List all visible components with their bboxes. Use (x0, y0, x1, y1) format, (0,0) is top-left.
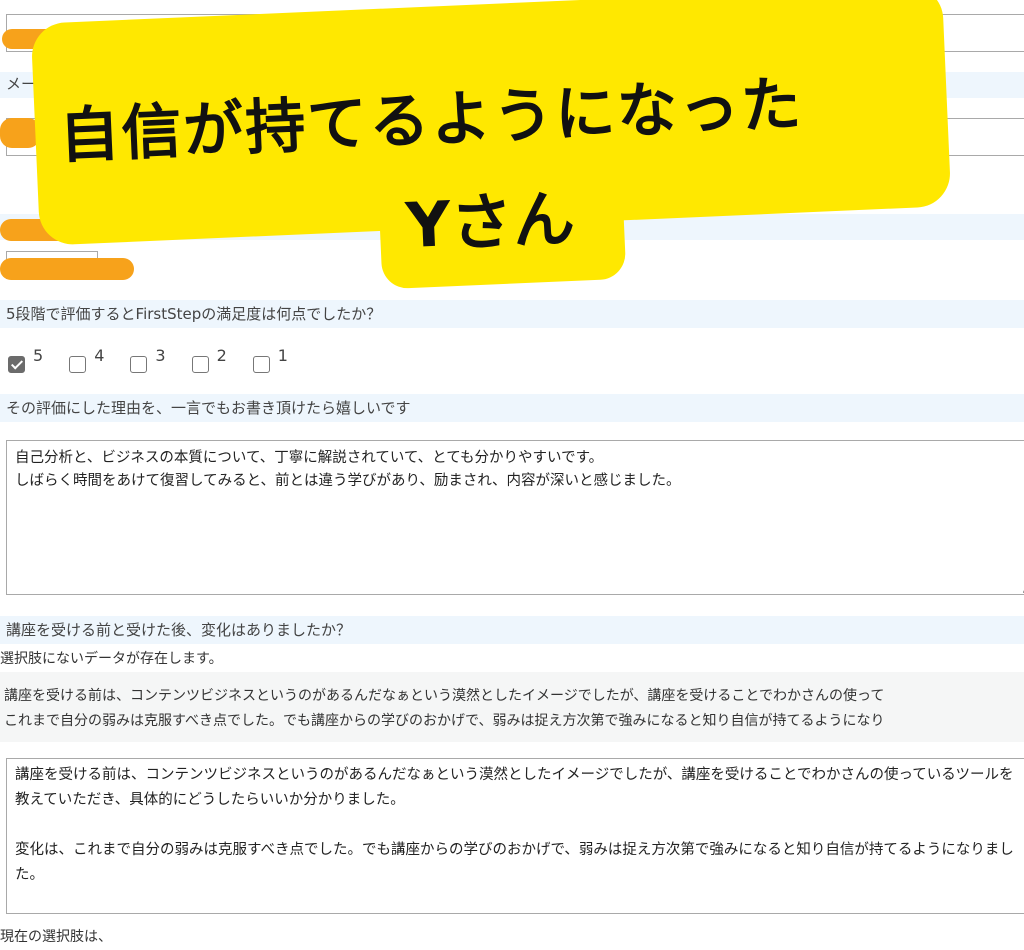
reason-textarea[interactable]: 自己分析と、ビジネスの本質について、丁寧に解説されていて、とても分かりやすいです… (6, 440, 1024, 595)
rating-checkbox-group: 5 4 3 2 1 (8, 346, 314, 376)
checkbox[interactable] (130, 355, 148, 373)
change-text: 講座を受ける前は、コンテンツビジネスというのがあるんだなぁという漠然としたイメー… (15, 767, 1014, 883)
overlay-line1: 自信が持てるようになった (58, 69, 805, 172)
rating-option-3[interactable]: 3 (130, 346, 166, 373)
rating-option-4[interactable]: 4 (69, 346, 104, 373)
rating-question: 5段階で評価するとFirstStepの満足度は何点でしたか？ (6, 305, 382, 323)
reason-text: 自己分析と、ビジネスの本質について、丁寧に解説されていて、とても分かりやすいです… (15, 450, 681, 489)
existing-data-line: 講座を受ける前は、コンテンツビジネスというのがあるんだなぁという漠然としたイメー… (4, 688, 885, 704)
change-textarea[interactable]: 講座を受ける前は、コンテンツビジネスというのがあるんだなぁという漠然としたイメー… (6, 758, 1024, 914)
rating-option-2[interactable]: 2 (191, 346, 227, 373)
existing-data-line: これまで自分の弱みは克服すべき点でした。でも講座からの学びのおかげで、弱みは捉え… (4, 713, 885, 729)
rating-option-1[interactable]: 1 (252, 346, 288, 373)
redaction-mark (0, 258, 134, 280)
reason-label-bar: その評価にした理由を、一言でもお書き頂けたら嬉しいです (0, 394, 1024, 422)
checkbox[interactable] (69, 355, 87, 373)
overlay-badge-sub: Yさん (377, 164, 627, 290)
reason-label: その評価にした理由を、一言でもお書き頂けたら嬉しいです (6, 399, 411, 417)
current-choice-label: 現在の選択肢は、 (0, 929, 112, 945)
change-label: 講座を受ける前と受けた後、変化はありましたか？ (6, 621, 352, 639)
checkbox[interactable] (191, 355, 209, 373)
change-label-bar: 講座を受ける前と受けた後、変化はありましたか？ (0, 616, 1024, 644)
checkbox[interactable] (252, 355, 270, 373)
checkbox-checked[interactable] (8, 355, 25, 373)
rating-option-5[interactable]: 5 (8, 346, 43, 373)
missing-choice-notice: 選択肢にないデータが存在します。 (0, 651, 223, 667)
rating-question-bar: 5段階で評価するとFirstStepの満足度は何点でしたか？ (0, 300, 1024, 328)
overlay-line2: Yさん (404, 181, 577, 263)
